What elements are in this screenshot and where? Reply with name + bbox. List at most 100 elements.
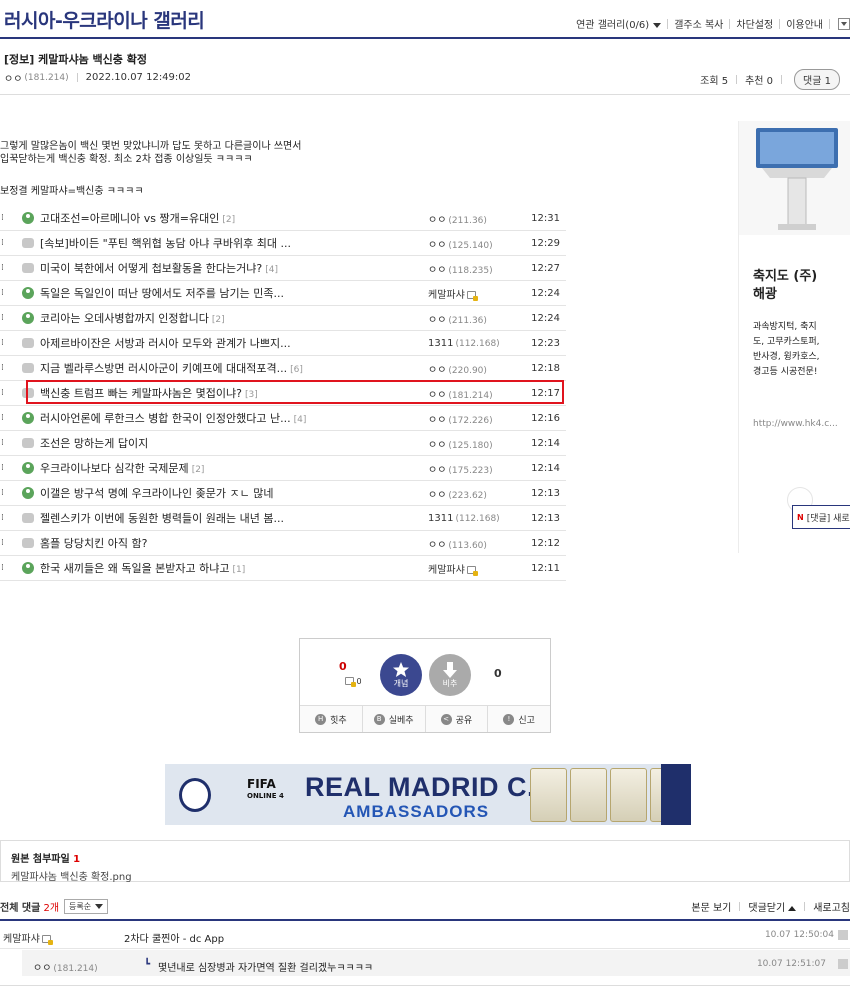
post-link[interactable]: 코리아는 오데사병합까지 인정합니다 [2] [40, 310, 358, 326]
refresh-link[interactable]: 새로고침 [813, 899, 850, 914]
row-writer[interactable]: ㅇㅇ (175.223) [428, 461, 493, 476]
fifa-logo: FIFA ONLINE 4 [247, 777, 284, 800]
view-body-link[interactable]: 본문 보기 [691, 899, 731, 914]
post-list-row[interactable]: ⁞ 고대조선=아르메니아 vs 짱개=유대인 [2] ㅇㅇ (211.36) 12:31 [0, 206, 566, 231]
post-list-row[interactable]: ⁞ 아제르바이잔은 서방과 러시아 모두와 관계가 나쁘지... 1311 (112.… [0, 331, 566, 356]
reply-text: 몇년내로 심장병과 자가면역 질환 걸리겠누ㅋㅋㅋㅋ [158, 963, 374, 974]
row-writer[interactable]: ㅇㅇ (125.180) [428, 436, 493, 451]
reply-writer[interactable]: ㅇㅇ (181.214) [33, 959, 98, 974]
top-links: 연관 갤러리(0/6) 갤주소 복사 차단설정 이용안내 [576, 16, 850, 31]
row-writer[interactable]: ㅇㅇ (211.36) [428, 211, 487, 226]
post-link[interactable]: 조선은 망하는게 답이지 [40, 435, 358, 451]
row-writer[interactable]: ㅇㅇ (113.60) [428, 536, 487, 551]
post-list-row[interactable]: ⁞ 지금 벨라루스방면 러시아군이 키예프에 대대적포격... [6] ㅇㅇ (220.… [0, 356, 566, 381]
fixed-up-count: 0 [343, 676, 362, 687]
comment-item: 케말파샤 2차다 쿨찐아 - dc App 10.07 12:50:04 [0, 921, 850, 949]
close-comments-link[interactable]: 댓글닫기 [748, 899, 797, 914]
row-writer[interactable]: ㅇㅇ (211.36) [428, 311, 487, 326]
delete-comment-icon[interactable] [838, 930, 848, 940]
post-list-row[interactable]: ⁞ 젤렌스키가 이번에 동원한 병력들이 원래는 내년 봄... 1311 (112.… [0, 506, 566, 531]
post-list-row[interactable]: ⁞ 미국이 북한에서 어떻게 첩보활동을 한다는거냐? [4] ㅇㅇ (118.235)… [0, 256, 566, 281]
row-marker-icon: ⁞ [1, 413, 4, 423]
share-button[interactable]: < 공유 [426, 706, 489, 732]
post-list-row[interactable]: ⁞ 독일은 독일인이 떠난 땅에서도 저주를 남기는 민족... 케말파샤 12:24 [0, 281, 566, 306]
highlight-box [26, 380, 564, 404]
row-time: 12:24 [531, 312, 560, 324]
new-reply-tooltip[interactable]: N [댓글] 새로 [792, 505, 850, 529]
comment-date: 10.07 12:50:04 [764, 930, 834, 940]
post-link[interactable]: 젤렌스키가 이번에 동원한 병력들이 원래는 내년 봄... [40, 510, 358, 526]
post-link[interactable]: 고대조선=아르메니아 vs 짱개=유대인 [2] [40, 210, 358, 226]
reply-item: ㅇㅇ (181.214) ┗ 몇년내로 심장병과 자가면역 질환 걸리겠누ㅋㅋㅋㅋ… [22, 950, 850, 976]
ad-heading[interactable]: 축지도 (주) 해광 [753, 268, 817, 304]
post-link[interactable]: 미국이 북한에서 어떻게 첩보활동을 한다는거냐? [4] [40, 260, 358, 276]
block-settings-link[interactable]: 차단설정 [736, 16, 773, 31]
text-post-icon [22, 538, 34, 548]
header-divider [0, 37, 850, 39]
comment-writer[interactable]: 케말파샤 [3, 930, 53, 945]
row-writer[interactable]: ㅇㅇ (220.90) [428, 361, 487, 376]
best-recommend-button[interactable]: B 실베추 [363, 706, 426, 732]
downvote-button[interactable]: 비추 [429, 654, 471, 696]
post-list-row[interactable]: ⁞ [속보]바이든 "푸틴 핵위협 농담 아냐 쿠바위후 최대 ... ㅇㅇ (125… [0, 231, 566, 256]
post-link[interactable]: 이갤은 방구석 명예 우크라이나인 좆문가 ㅈㄴ 많네 [40, 485, 358, 501]
guide-link[interactable]: 이용안내 [786, 16, 823, 31]
image-post-icon [22, 312, 34, 324]
post-list-row[interactable]: ⁞ 한국 새끼들은 왜 독일을 본받자고 하냐고 [1] 케말파샤 12:11 [0, 556, 566, 581]
post-list-row[interactable]: ⁞ 이갤은 방구석 명예 우크라이나인 좆문가 ㅈㄴ 많네 ㅇㅇ (223.62) 12… [0, 481, 566, 506]
attachment-file-link[interactable]: 케말파샤놈 백신충 확정.png [11, 868, 839, 883]
real-madrid-crest-icon [179, 778, 211, 812]
post-link[interactable]: 지금 벨라루스방면 러시아군이 키예프에 대대적포격... [6] [40, 360, 358, 376]
recommend-button[interactable]: 개념 [380, 654, 422, 696]
post-link[interactable]: 러시아언론에 루한크스 병합 한국이 인정안했다고 난... [4] [40, 410, 358, 426]
gallery-title[interactable]: 러시아-우크라이나 갤러리 [4, 6, 205, 33]
post-link[interactable]: 우크라이나보다 심각한 국제문제 [2] [40, 460, 358, 476]
row-writer[interactable]: 케말파샤 [428, 286, 478, 301]
chevron-down-icon [653, 22, 662, 28]
post-title: [정보] 케말파샤놈 백신충 확정 [4, 53, 147, 66]
row-writer[interactable]: 1311 (112.168) [428, 338, 500, 349]
fifa-banner[interactable]: FIFA ONLINE 4 REAL MADRID C.F. AMBASSADOR… [165, 764, 691, 825]
post-link[interactable]: 한국 새끼들은 왜 독일을 본받자고 하냐고 [1] [40, 560, 358, 576]
chevron-down-icon [841, 21, 847, 26]
ad-url[interactable]: http://www.hk4.c... [753, 419, 838, 429]
arrow-down-icon [443, 661, 457, 678]
row-time: 12:14 [531, 462, 560, 474]
row-writer[interactable]: 1311 (112.168) [428, 513, 500, 524]
row-marker-icon: ⁞ [1, 538, 4, 548]
siren-icon: ! [503, 713, 515, 725]
post-link[interactable]: 홈플 당당치킨 아직 함? [40, 535, 358, 551]
fixed-user-icon [41, 935, 53, 945]
post-link[interactable]: 독일은 독일인이 떠난 땅에서도 저주를 남기는 민족... [40, 285, 358, 301]
row-writer[interactable]: 케말파샤 [428, 561, 478, 576]
post-list-row[interactable]: ⁞ 러시아언론에 루한크스 병합 한국이 인정안했다고 난... [4] ㅇㅇ (172… [0, 406, 566, 431]
more-menu-button[interactable] [838, 17, 850, 30]
player-card [530, 768, 567, 822]
comment-count-button[interactable]: 댓글 1 [794, 69, 840, 90]
post-list-row[interactable]: ⁞ 홈플 당당치킨 아직 함? ㅇㅇ (113.60) 12:12 [0, 531, 566, 556]
post-list-row[interactable]: ⁞ 조선은 망하는게 답이지 ㅇㅇ (125.180) 12:14 [0, 431, 566, 456]
row-writer[interactable]: ㅇㅇ (125.140) [428, 236, 493, 251]
hit-recommend-button[interactable]: H 힛추 [300, 706, 363, 732]
comments-count: 2개 [43, 903, 60, 914]
copy-url-link[interactable]: 갤주소 복사 [674, 16, 723, 31]
delete-reply-icon[interactable] [838, 959, 848, 969]
row-time: 12:14 [531, 437, 560, 449]
down-count: 0 [494, 667, 502, 680]
hit-icon: H [315, 713, 327, 725]
related-gallery-link[interactable]: 연관 갤러리(0/6) [576, 16, 662, 31]
reply-date: 10.07 12:51:07 [756, 959, 826, 969]
sort-select[interactable]: 등록순 [64, 899, 109, 914]
image-post-icon [22, 462, 34, 474]
post-writer[interactable]: ㅇㅇ [4, 70, 22, 85]
row-writer[interactable]: ㅇㅇ (118.235) [428, 261, 493, 276]
post-link[interactable]: 아제르바이잔은 서방과 러시아 모두와 관계가 나쁘지... [40, 335, 358, 351]
row-writer[interactable]: ㅇㅇ (172.226) [428, 411, 493, 426]
row-writer[interactable]: ㅇㅇ (223.62) [428, 486, 487, 501]
post-list-row[interactable]: ⁞ 코리아는 오데사병합까지 인정합니다 [2] ㅇㅇ (211.36) 12:24 [0, 306, 566, 331]
row-time: 12:24 [531, 287, 560, 299]
report-button[interactable]: ! 신고 [488, 706, 550, 732]
post-list-row[interactable]: ⁞ 우크라이나보다 심각한 국제문제 [2] ㅇㅇ (175.223) 12:14 [0, 456, 566, 481]
post-link[interactable]: [속보]바이든 "푸틴 핵위협 농담 아냐 쿠바위후 최대 ... [40, 235, 358, 251]
up-count: 0 [339, 660, 347, 673]
